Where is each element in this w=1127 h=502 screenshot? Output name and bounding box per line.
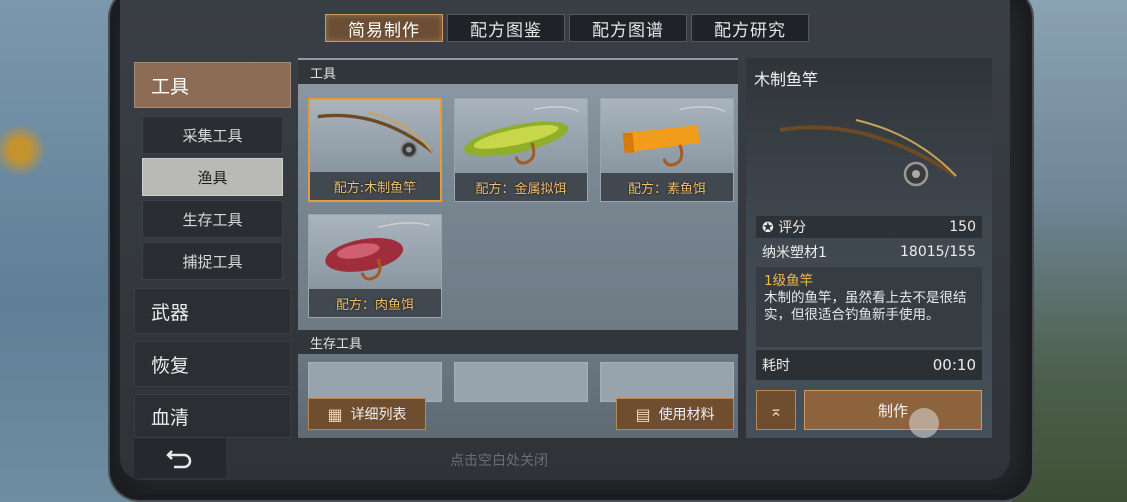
tab-recipe-research[interactable]: 配方研究 xyxy=(691,14,809,42)
item-description: 木制的鱼竿，虽然看上去不是很结实，但很适合钓鱼新手使用。 xyxy=(764,290,967,323)
fishing-rod-icon xyxy=(779,119,958,187)
meat-bait-icon xyxy=(325,222,430,281)
recipe-card-partial[interactable] xyxy=(454,362,588,402)
collapse-button[interactable]: ⌅ xyxy=(756,390,796,430)
score-value: 150 xyxy=(949,219,976,235)
close-hint: 点击空白处关闭 xyxy=(450,453,548,469)
category-tools[interactable]: 工具 xyxy=(134,62,291,108)
material-row: 纳米塑材1 18015/155 xyxy=(756,241,982,263)
recipe-card-veggie-bait[interactable]: 配方：素鱼饵 xyxy=(600,98,734,202)
tab-simple-craft[interactable]: 简易制作 xyxy=(325,14,443,42)
score-row: ✪ 评分 150 xyxy=(756,216,982,238)
top-tabs: 简易制作 配方图鉴 配方图谱 配方研究 xyxy=(325,14,809,42)
score-label-group: ✪ 评分 xyxy=(762,217,806,237)
item-level: 1级鱼竿 xyxy=(764,273,814,289)
score-label: 评分 xyxy=(778,220,807,236)
category-recovery[interactable]: 恢复 xyxy=(134,341,291,387)
veggie-bait-icon xyxy=(622,106,726,167)
recipe-panel: 工具 配方:木制鱼竿 配方：金属拟饵 配方：素鱼饵 配方：肉鱼饵 生存工具 ▦ … xyxy=(298,58,738,438)
category-serum[interactable]: 血清 xyxy=(134,394,291,438)
touch-indicator xyxy=(909,408,939,438)
time-value: 00:10 xyxy=(932,356,976,374)
material-name: 纳米塑材1 xyxy=(762,245,827,261)
recipe-card-label: 配方：金属拟饵 xyxy=(455,173,587,201)
recipe-card-label: 配方：素鱼饵 xyxy=(601,173,733,201)
item-detail-panel: 木制鱼竿 ✪ 评分 150 纳米塑材1 18015/155 1级鱼竿 木制的鱼竿… xyxy=(746,58,992,438)
item-description-box: 1级鱼竿 木制的鱼竿，虽然看上去不是很结实，但很适合钓鱼新手使用。 xyxy=(756,267,982,347)
material-count: 18015/155 xyxy=(900,244,976,260)
recipe-card-partial[interactable] xyxy=(600,362,734,402)
metal-lure-icon xyxy=(463,106,580,165)
fishing-rod-icon xyxy=(317,111,434,159)
craft-time-row: 耗时 00:10 xyxy=(756,350,982,380)
recipe-card-meat-bait[interactable]: 配方：肉鱼饵 xyxy=(308,214,442,318)
use-materials-label: 使用材料 xyxy=(658,407,715,423)
recipe-card-metal-lure[interactable]: 配方：金属拟饵 xyxy=(454,98,588,202)
collapse-up-icon: ⌅ xyxy=(769,400,783,420)
subcategory-survival-tools[interactable]: 生存工具 xyxy=(142,200,283,238)
craft-button[interactable]: 制作 xyxy=(804,390,982,430)
time-label: 耗时 xyxy=(762,358,790,374)
item-title: 木制鱼竿 xyxy=(754,70,819,89)
back-button[interactable] xyxy=(134,438,226,478)
tab-recipe-atlas[interactable]: 配方图谱 xyxy=(569,14,687,42)
crafting-screen: 简易制作 配方图鉴 配方图谱 配方研究 工具 采集工具 渔具 生存工具 捕捉工具… xyxy=(120,0,1010,480)
recipe-card-wooden-rod[interactable]: 配方:木制鱼竿 xyxy=(308,98,442,202)
detail-list-button[interactable]: ▦ 详细列表 xyxy=(308,398,426,430)
book-icon: ▤ xyxy=(635,404,651,424)
recipe-card-label: 配方:木制鱼竿 xyxy=(310,172,440,200)
category-weapons[interactable]: 武器 xyxy=(134,288,291,334)
subcategory-capture-tools[interactable]: 捕捉工具 xyxy=(142,242,283,280)
grid-list-icon: ▦ xyxy=(327,404,343,424)
section-header-tools: 工具 xyxy=(298,60,738,84)
recipe-card-partial[interactable] xyxy=(308,362,442,402)
detail-list-label: 详细列表 xyxy=(350,407,407,423)
use-materials-button[interactable]: ▤ 使用材料 xyxy=(616,398,734,430)
subcategory-fishing-gear[interactable]: 渔具 xyxy=(142,158,283,196)
recipe-card-label: 配方：肉鱼饵 xyxy=(309,289,441,317)
background-left xyxy=(0,0,120,502)
subcategory-gathering-tools[interactable]: 采集工具 xyxy=(142,116,283,154)
section-header-survival-tools: 生存工具 xyxy=(298,330,738,354)
star-badge-icon: ✪ xyxy=(762,220,774,236)
tab-recipe-codex[interactable]: 配方图鉴 xyxy=(447,14,565,42)
undo-arrow-icon xyxy=(166,450,192,469)
